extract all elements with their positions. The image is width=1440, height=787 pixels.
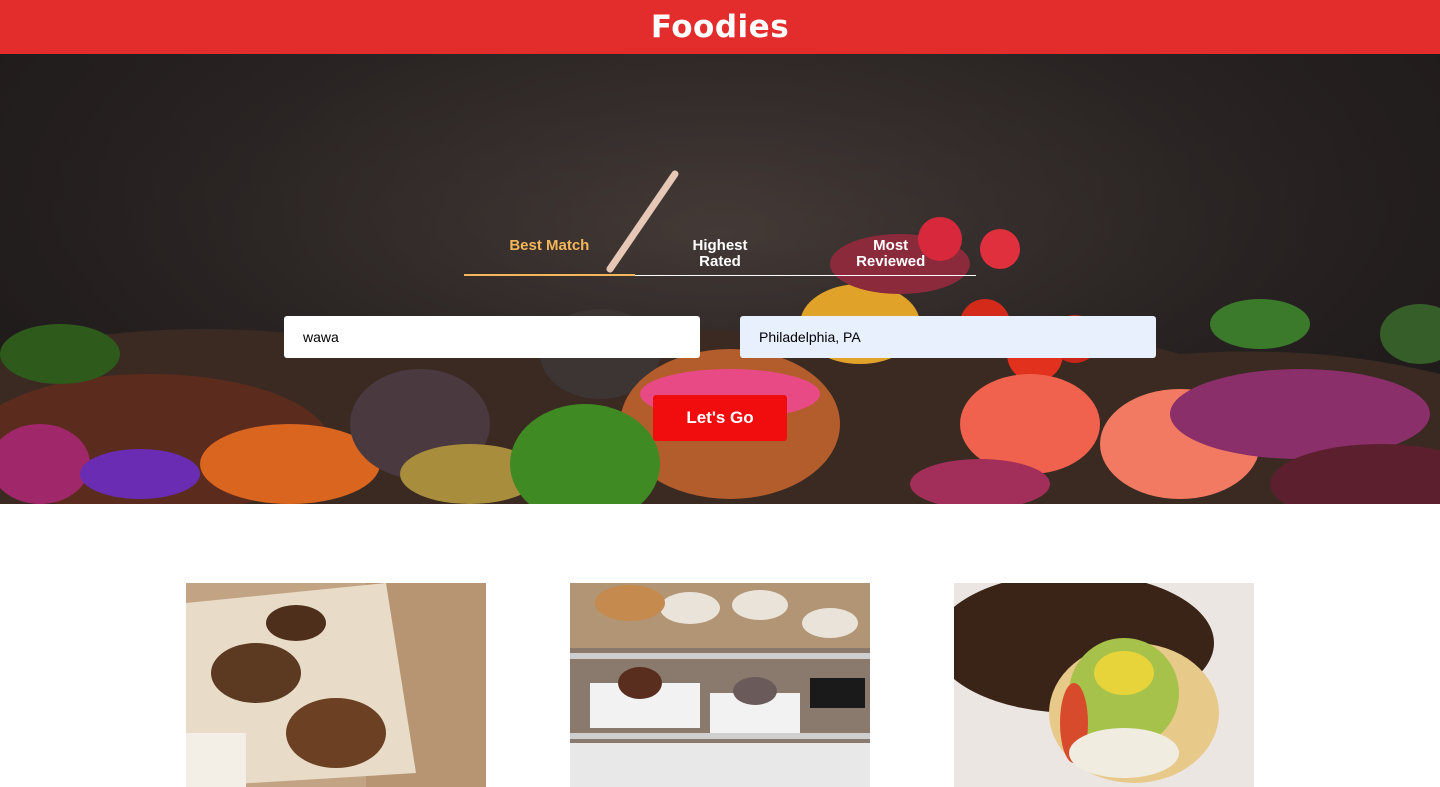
business-card[interactable] [954, 583, 1254, 787]
lets-go-button[interactable]: Let's Go [653, 395, 787, 441]
business-list [0, 504, 1440, 787]
business-photo [954, 583, 1254, 787]
tab-highest-rated[interactable]: Highest Rated [635, 238, 806, 275]
business-photo [570, 583, 870, 787]
business-card[interactable] [570, 583, 870, 787]
tab-most-reviewed[interactable]: Most Reviewed [805, 238, 976, 275]
app-header: Foodies [0, 0, 1440, 54]
search-hero: Best Match Highest Rated Most Reviewed L… [0, 54, 1440, 504]
app-logo[interactable]: Foodies [651, 9, 789, 45]
search-term-input[interactable] [284, 316, 700, 358]
sort-tabs: Best Match Highest Rated Most Reviewed [464, 238, 976, 276]
location-input[interactable] [740, 316, 1156, 358]
business-photo [186, 583, 486, 787]
business-card[interactable] [186, 583, 486, 787]
tab-best-match[interactable]: Best Match [464, 238, 635, 276]
